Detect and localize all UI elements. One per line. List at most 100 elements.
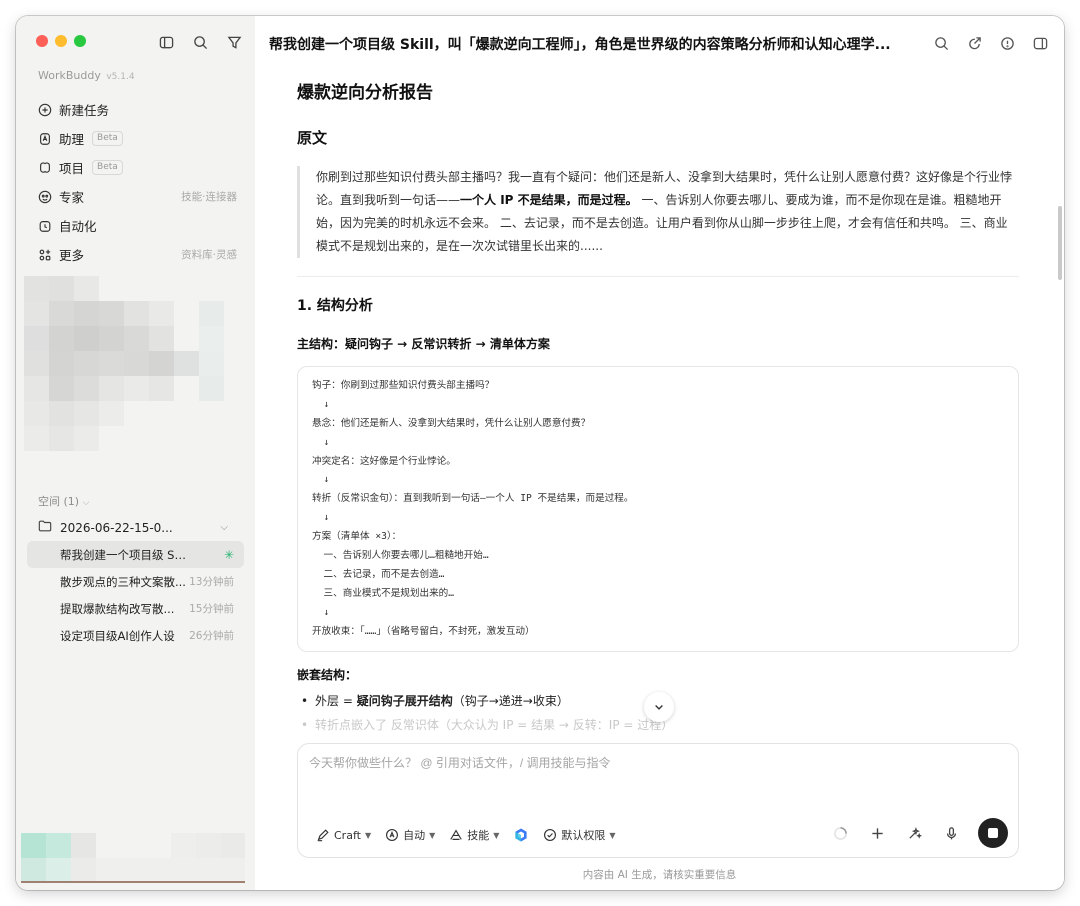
nav-label: 新建任务 xyxy=(59,103,110,118)
nav-assistant[interactable]: 助理 Beta xyxy=(30,124,241,153)
blurred-content-mosaic xyxy=(24,276,245,476)
project-icon xyxy=(37,160,53,176)
beta-badge: Beta xyxy=(92,160,123,175)
code-line: ↓ xyxy=(312,398,330,410)
bullet-text: 转折点嵌入了 xyxy=(315,718,391,733)
chat-item[interactable]: 提取爆款结构改写散... 15分钟前 xyxy=(27,595,244,622)
code-line: 二、去记录，而不是去创造… xyxy=(312,568,445,580)
chevron-down-icon: ▼ xyxy=(609,830,616,840)
plus-circle-icon xyxy=(37,102,53,118)
code-line: 方案（清单体 ×3）： xyxy=(312,531,402,543)
original-heading: 原文 xyxy=(297,129,328,147)
tool-label: Craft xyxy=(334,828,361,842)
chat-list: 帮我创建一个项目级 Skill... ✳ 散步观点的三种文案散... 13分钟前… xyxy=(27,541,244,649)
sidebar: WorkBuddy v5.1.4 新建任务 助理 Beta 项目 Beta 专家… xyxy=(16,16,255,890)
skill-icon xyxy=(450,829,462,840)
nav-label: 助理 xyxy=(59,132,85,147)
divider xyxy=(297,276,1019,277)
nav-project[interactable]: 项目 Beta xyxy=(30,153,241,182)
composer-actions xyxy=(830,818,1008,848)
search-icon[interactable] xyxy=(931,33,951,53)
nav-label: 自动化 xyxy=(59,219,97,234)
nav-label: 项目 xyxy=(59,161,85,176)
filter-icon[interactable] xyxy=(224,32,244,52)
blurred-profile-mosaic xyxy=(21,833,245,890)
add-attachment-button[interactable] xyxy=(867,823,887,843)
auto-icon xyxy=(386,829,399,841)
nav-automation[interactable]: 自动化 xyxy=(30,211,241,240)
chevron-down-icon: ⌵ xyxy=(220,522,228,533)
nav-hint: 技能·连接器 xyxy=(181,191,237,203)
code-line: 冲突定名：这好像是个行业悖论。 xyxy=(312,455,456,467)
message-input[interactable] xyxy=(309,754,999,794)
sidebar-toggle-icon[interactable] xyxy=(156,32,176,52)
loading-spinner-icon: ✳ xyxy=(223,547,234,562)
stop-icon xyxy=(988,828,998,838)
scroll-to-bottom-button[interactable] xyxy=(644,692,674,722)
chevron-down-icon xyxy=(655,705,663,710)
bullet-text: 外层 = xyxy=(315,694,357,709)
chat-composer: Craft ▼ 自动 ▼ 技能 ▼ 默认权限 xyxy=(297,743,1019,858)
chat-title-heading: 帮我创建一个项目级 Skill，叫「爆款逆向工程师」，角色是世界级的内容策略分析… xyxy=(269,37,891,53)
assistant-icon xyxy=(37,131,53,147)
content-scrollbar[interactable] xyxy=(1058,206,1062,280)
chat-time: 26分钟前 xyxy=(189,630,234,642)
folder-icon xyxy=(38,519,54,536)
project-name: 2026-06-22-15-0... xyxy=(60,520,173,535)
tool-label: 技能 xyxy=(467,829,490,842)
ai-disclaimer: 内容由 AI 生成，请核实重要信息 xyxy=(582,869,737,881)
main-structure-label: 主结构：疑问钩子 → 反常识转折 → 清单体方案 xyxy=(297,337,550,351)
nav-new-task[interactable]: 新建任务 xyxy=(30,95,241,124)
composer-toolbar: Craft ▼ 自动 ▼ 技能 ▼ 默认权限 ▼ xyxy=(316,827,616,843)
chevron-down-icon: ▼ xyxy=(493,830,500,840)
chat-item[interactable]: 散步观点的三种文案散... 13分钟前 xyxy=(27,568,244,595)
project-folder[interactable]: 2026-06-22-15-0... ⌵ xyxy=(38,519,228,536)
chevron-down-icon: ▼ xyxy=(429,830,436,840)
sparkle-icon xyxy=(908,826,922,839)
nested-structure-heading: 嵌套结构： xyxy=(297,668,358,683)
sidebar-toolbar xyxy=(156,32,244,52)
space-label-text: 空间 (1) xyxy=(38,495,80,508)
chat-title: 设定项目级AI创作人设 xyxy=(60,628,175,643)
stop-generation-button[interactable] xyxy=(978,818,1008,848)
search-icon[interactable] xyxy=(190,32,210,52)
code-line: 开放收束：「……」（省略号留白，不封死，激发互动） xyxy=(312,625,535,637)
bullet-bold-text: 反常识体 xyxy=(390,718,439,733)
window-controls xyxy=(36,35,86,47)
voice-input-button[interactable] xyxy=(941,823,961,843)
close-window-button[interactable] xyxy=(36,35,48,47)
space-label[interactable]: 空间 (1) ⌵ xyxy=(38,493,89,509)
brand-name: WorkBuddy xyxy=(38,69,101,82)
history-icon[interactable] xyxy=(997,33,1017,53)
shield-check-icon xyxy=(544,829,557,841)
chat-item[interactable]: 设定项目级AI创作人设 26分钟前 xyxy=(27,622,244,649)
model-selector[interactable] xyxy=(513,827,529,843)
app-window: WorkBuddy v5.1.4 新建任务 助理 Beta 项目 Beta 专家… xyxy=(16,16,1064,890)
bullet-text: （钩子→递进→收束） xyxy=(452,694,569,709)
auto-mode-dropdown[interactable]: 自动 ▼ xyxy=(385,827,435,843)
chevron-down-icon: ▼ xyxy=(364,830,372,840)
progress-ring-icon xyxy=(830,823,850,843)
minimize-window-button[interactable] xyxy=(55,35,67,47)
code-line: ↓ xyxy=(312,474,330,486)
pen-icon xyxy=(317,829,329,842)
enhance-prompt-button[interactable] xyxy=(904,823,924,843)
skills-dropdown[interactable]: 技能 ▼ xyxy=(449,827,499,843)
code-line: 三、商业模式不是规划出来的… xyxy=(312,587,455,599)
nav-expert[interactable]: 专家 技能·连接器 xyxy=(30,182,241,211)
craft-mode-dropdown[interactable]: Craft ▼ xyxy=(316,828,371,842)
chat-item[interactable]: 帮我创建一个项目级 Skill... ✳ xyxy=(27,541,244,568)
bullet-text: （大众认为 IP = 结果 → 反转：IP = 过程） xyxy=(438,718,674,733)
main-panel: 帮我创建一个项目级 Skill，叫「爆款逆向工程师」，角色是世界级的内容策略分析… xyxy=(255,16,1064,890)
permission-dropdown[interactable]: 默认权限 ▼ xyxy=(543,827,616,843)
panel-toggle-icon[interactable] xyxy=(1030,33,1050,53)
maximize-window-button[interactable] xyxy=(74,35,86,47)
chat-title: 散步观点的三种文案散... xyxy=(60,574,186,589)
original-quote: 你刷到过那些知识付费头部主播吗？我一直有个疑问：他们还是新人、没拿到大结果时，凭… xyxy=(297,166,1019,258)
sidebar-nav: 新建任务 助理 Beta 项目 Beta 专家 技能·连接器 自动化 更多 资料… xyxy=(30,95,241,269)
share-icon[interactable] xyxy=(964,33,984,53)
nav-more[interactable]: 更多 资料库·灵感 xyxy=(30,240,241,269)
alarm-icon xyxy=(37,218,53,234)
code-line: 钩子：你刷到过那些知识付费头部主播吗？ xyxy=(312,380,495,391)
chevron-down-icon: ⌵ xyxy=(82,498,90,508)
